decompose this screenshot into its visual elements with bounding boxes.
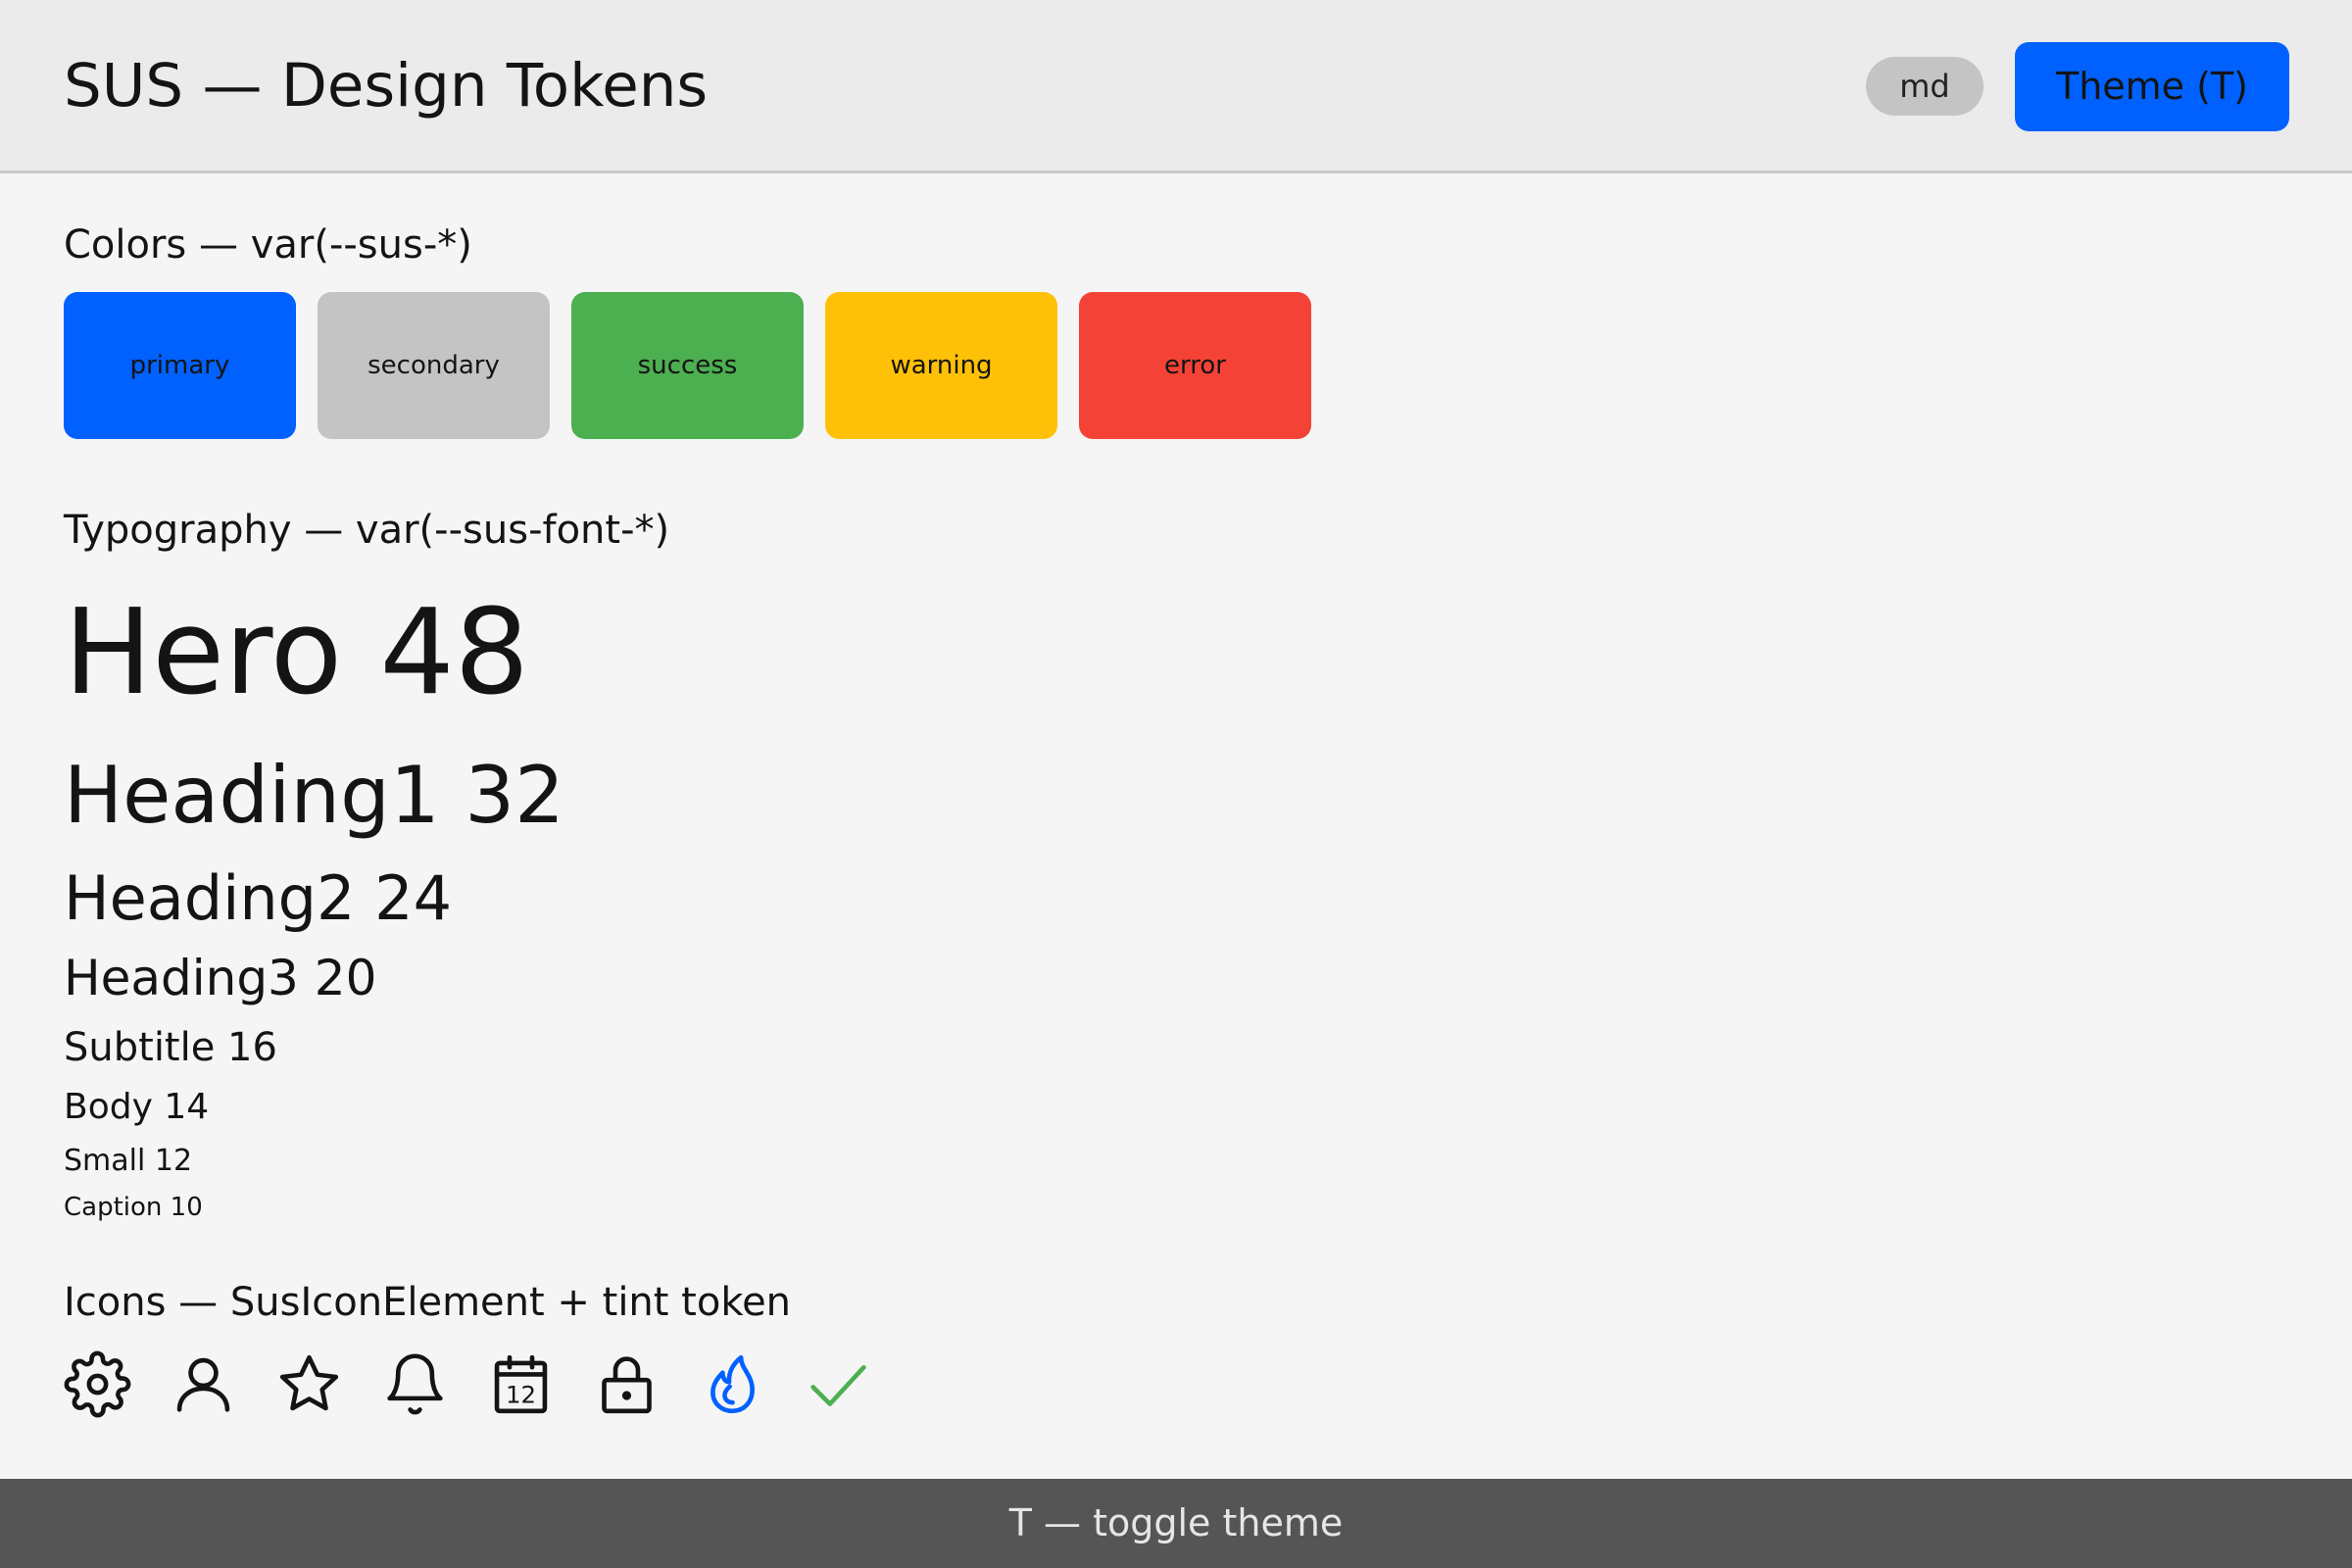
swatch-label: error (1164, 351, 1226, 380)
colors-section-title: Colors — var(--sus-*) (64, 222, 472, 268)
type-sample-small: Small 12 (64, 1144, 193, 1178)
icons-section-title: Icons — SusIconElement + tint token (64, 1280, 792, 1325)
swatch-label: primary (129, 351, 230, 380)
swatch-warning: warning (825, 292, 1057, 439)
lock-icon (593, 1350, 661, 1418)
type-sample-subtitle: Subtitle 16 (64, 1025, 277, 1070)
type-sample-hero: Hero 48 (64, 585, 530, 721)
calendar-icon: 12 (487, 1350, 555, 1418)
type-sample-heading2: Heading2 24 (64, 862, 453, 934)
user-icon (170, 1350, 237, 1418)
swatch-primary: primary (64, 292, 296, 439)
type-sample-heading1: Heading1 32 (64, 750, 565, 841)
type-sample-body: Body 14 (64, 1087, 210, 1127)
swatch-secondary: secondary (318, 292, 550, 439)
swatch-label: secondary (368, 351, 500, 380)
icons-row: 12 (64, 1350, 872, 1418)
type-sample-heading3: Heading3 20 (64, 950, 377, 1006)
star-icon (275, 1350, 343, 1418)
size-badge: md (1866, 57, 1984, 116)
type-sample-caption: Caption 10 (64, 1193, 203, 1222)
swatch-success: success (571, 292, 804, 439)
typography-section-title: Typography — var(--sus-font-*) (64, 508, 670, 553)
bell-icon (381, 1350, 449, 1418)
status-bar: T — toggle theme (0, 1479, 2352, 1568)
page-title: SUS — Design Tokens (64, 51, 709, 121)
gear-icon (64, 1350, 131, 1418)
app-header: SUS — Design Tokens md Theme (T) (0, 0, 2352, 173)
checkmark-icon (805, 1350, 872, 1418)
flame-icon (699, 1350, 766, 1418)
theme-toggle-button[interactable]: Theme (T) (2015, 42, 2289, 131)
color-swatches: primary secondary success warning error (64, 292, 1311, 439)
calendar-icon-date: 12 (506, 1380, 536, 1408)
swatch-label: warning (890, 351, 993, 380)
swatch-error: error (1079, 292, 1311, 439)
swatch-label: success (637, 351, 738, 380)
